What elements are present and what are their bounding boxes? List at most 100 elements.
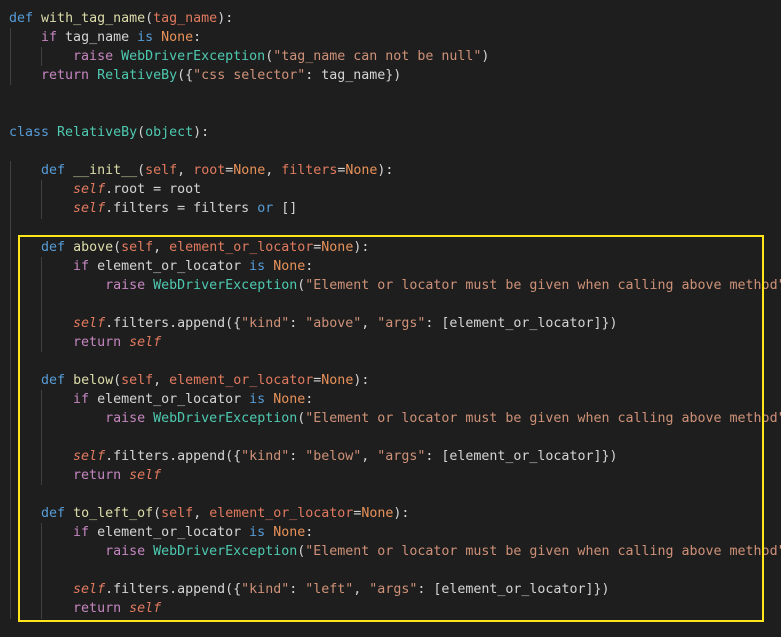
code-token: [] [273, 201, 298, 217]
code-line[interactable] [9, 428, 781, 447]
code-line[interactable]: raise WebDriverException("Element or loc… [9, 542, 781, 561]
code-token: "above" [305, 315, 362, 331]
code-line[interactable] [9, 295, 781, 314]
code-line[interactable]: class RelativeBy(object): [9, 123, 781, 142]
code-line[interactable]: return self [9, 599, 781, 618]
code-token: ( [153, 506, 162, 522]
code-token: return [73, 601, 122, 617]
code-line[interactable]: def __init__(self, root=None, filters=No… [9, 161, 781, 180]
code-token: element_or_locator [209, 506, 354, 522]
code-line[interactable]: def below(self, element_or_locator=None)… [9, 371, 781, 390]
code-token: ): [393, 506, 410, 522]
code-line[interactable]: if element_or_locator is None: [9, 257, 781, 276]
code-token: __init__ [73, 163, 138, 179]
code-token: element_or_locator [89, 391, 250, 407]
code-token: : [element_or_locator]}) [425, 449, 618, 465]
code-line[interactable]: if element_or_locator is None: [9, 390, 781, 409]
code-token: self [73, 201, 106, 217]
code-line[interactable]: def above(self, element_or_locator=None)… [9, 238, 781, 257]
code-line[interactable] [9, 219, 781, 238]
code-line[interactable]: return self [9, 333, 781, 352]
code-token: "left" [305, 582, 354, 598]
code-token: is [137, 30, 154, 46]
code-token: : [305, 391, 314, 407]
code-line[interactable]: if element_or_locator is None: [9, 523, 781, 542]
code-token: def [41, 506, 66, 522]
code-token: ): [353, 239, 370, 255]
code-token: is [249, 525, 266, 541]
code-token: WebDriverException [153, 277, 298, 293]
code-line[interactable]: raise WebDriverException("tag_name can n… [9, 47, 781, 66]
code-line[interactable] [9, 104, 781, 123]
code-token: ( [113, 239, 122, 255]
code-token: "Element or locator must be given when c… [305, 410, 781, 426]
code-token: None [345, 163, 378, 179]
code-line[interactable]: return RelativeBy({"css selector": tag_n… [9, 66, 781, 85]
code-token: def [41, 239, 66, 255]
code-token: ( [145, 11, 154, 26]
code-line[interactable]: self.filters.append({"kind": "left", "ar… [9, 580, 781, 599]
code-lines[interactable]: def with_tag_name(tag_name): if tag_name… [9, 9, 781, 619]
code-token: : [305, 525, 314, 541]
code-token: None [361, 506, 394, 522]
code-line[interactable]: self.filters.append({"kind": "below", "a… [9, 447, 781, 466]
code-token: None [273, 258, 306, 274]
code-token: def [41, 163, 66, 179]
code-editor[interactable]: def with_tag_name(tag_name): if tag_name… [0, 0, 781, 637]
code-token: WebDriverException [153, 544, 298, 560]
code-token: "args" [377, 315, 426, 331]
code-token: if [73, 258, 90, 274]
code-token: raise [73, 49, 114, 65]
code-token: with_tag_name [41, 11, 146, 26]
code-token: root [193, 163, 226, 179]
code-token: return [73, 334, 122, 350]
code-token: ) [481, 49, 490, 65]
code-line[interactable]: raise WebDriverException("Element or loc… [9, 409, 781, 428]
code-token: tag_name [57, 30, 138, 46]
code-token: tag_name [153, 11, 218, 26]
code-line[interactable] [9, 485, 781, 504]
code-line[interactable] [9, 561, 781, 580]
code-line[interactable]: return self [9, 466, 781, 485]
code-line[interactable]: if tag_name is None: [9, 28, 781, 47]
code-token: return [41, 68, 90, 84]
code-token: , [153, 239, 170, 255]
code-line[interactable]: def to_left_of(self, element_or_locator=… [9, 504, 781, 523]
code-line[interactable]: raise WebDriverException("Element or loc… [9, 276, 781, 295]
code-token: ): [353, 372, 370, 388]
code-token: "args" [377, 449, 426, 465]
code-line[interactable]: def with_tag_name(tag_name): [9, 9, 781, 28]
code-token: .filters.append({ [105, 315, 242, 331]
code-line[interactable] [9, 352, 781, 371]
code-token: : [193, 30, 202, 46]
code-token: object [145, 125, 194, 141]
code-token: self [129, 468, 162, 484]
code-token: self [73, 582, 106, 598]
code-token: , [153, 372, 170, 388]
code-line[interactable] [9, 85, 781, 104]
code-token: if [73, 391, 90, 407]
code-line[interactable]: self.root = root [9, 180, 781, 199]
code-token: None [273, 525, 306, 541]
code-token: raise [105, 544, 146, 560]
code-line[interactable]: self.filters = filters or [] [9, 199, 781, 218]
code-line[interactable]: self.filters.append({"kind": "above", "a… [9, 314, 781, 333]
code-token: self [121, 372, 154, 388]
code-token: self [73, 182, 106, 198]
code-token: ): [193, 125, 210, 141]
code-line[interactable] [9, 142, 781, 161]
